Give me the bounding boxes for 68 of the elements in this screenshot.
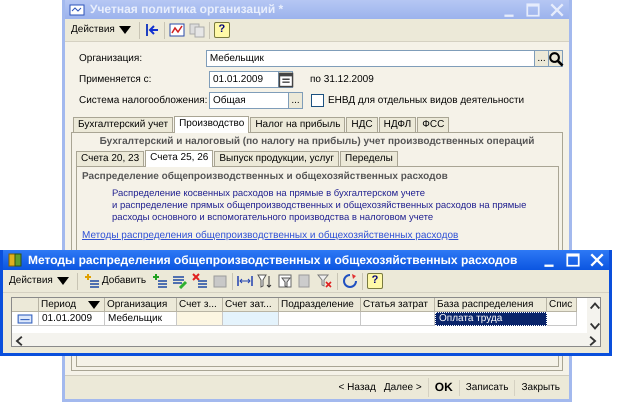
tax-system-field[interactable]: Общая [209,92,289,109]
column-header[interactable]: Подразделение [279,298,361,312]
actions-menu-button[interactable]: Действия [7,272,73,290]
field-label: Применяется с: [79,74,152,86]
tab[interactable]: Выпуск продукции, услуг [214,151,340,166]
copy-icon [188,22,205,38]
tab[interactable]: Налог на прибыль [250,117,346,132]
save-button[interactable]: Записать [458,380,514,396]
tab[interactable]: ФСС [417,117,450,132]
refresh-icon[interactable] [342,273,358,289]
column-header[interactable]: Спис [547,298,577,312]
ok-button[interactable]: OK [428,378,459,397]
vertical-scrollbar[interactable] [587,298,600,334]
delete-icon[interactable] [192,273,208,289]
checkbox-label: ЕНВД для отдельных видов деятельности [328,94,524,106]
arrow-left-icon[interactable] [144,22,160,38]
filter-icon[interactable] [277,273,294,289]
column-header[interactable]: База распределения [435,298,547,312]
checkbox[interactable] [311,94,324,107]
tab[interactable]: Производство [174,116,250,133]
filter-sort-icon[interactable] [257,273,274,289]
column-header[interactable]: Организация [105,298,177,312]
book-icon [7,252,23,268]
window-title: Методы распределения общепроизводственных и общехозяйственных расходов [28,252,518,268]
columns-icon[interactable] [237,273,254,289]
table-cell: 01.01.2009 [39,312,105,326]
field-label: Система налогообложения: [79,94,208,106]
add-button[interactable]: Добавить [82,272,148,290]
column-header[interactable]: Период [39,298,105,312]
field-label: Организация: [79,52,144,64]
edit-icon[interactable] [172,273,188,289]
actions-menu-button[interactable]: Действия [69,21,135,39]
table-cell[interactable]: Оплата труда [435,312,547,326]
filter-clear-icon[interactable] [317,273,334,289]
choose-button[interactable]: ... [535,50,549,67]
tab[interactable]: Переделы [340,151,398,166]
organization-field[interactable]: Мебельщик [206,50,535,67]
choose-button[interactable]: ... [289,92,303,109]
column-header[interactable]: Статья затрат [361,298,435,312]
add-icon [84,273,100,289]
tab[interactable]: Счета 20, 23 [76,151,144,166]
column-header[interactable]: Счет з... [177,298,223,312]
group-title: Бухгалтерский и налоговый (по налогу на прибыль) учет производственных операций [98,135,536,149]
tab[interactable]: НДФЛ [378,117,416,132]
tab[interactable]: Счета 25, 26 [145,150,214,167]
next-button[interactable]: Далее > [380,380,428,396]
section-title: Распределение общепроизводственных и общехозяйственных расходов [82,171,449,183]
help-button[interactable]: ? [214,22,230,38]
header-corner [12,298,39,312]
search-button[interactable] [549,50,563,67]
help-button[interactable]: ? [367,273,384,289]
description-text: Распределение косвенных расходов на прямые в бухгалтерском учете и распределение прямых общепроизводственных и общехозяйственных расходов на прямые расходы основного и вспомогательного производства в налоговом учете [112,188,528,224]
link[interactable]: Методы распределения общепроизводственных и общехозяйственных расходов [82,230,458,241]
tab[interactable]: НДС [346,117,378,132]
column-header[interactable]: Счет зат... [223,298,279,312]
window-icon [69,2,85,18]
close-button[interactable]: Закрыть [514,380,566,396]
calendar-icon [278,72,294,88]
calendar-button[interactable] [279,71,293,88]
tab[interactable]: Бухгалтерский учет [73,117,174,132]
copy-icon[interactable] [152,273,168,289]
back-button[interactable]: < Назад [334,380,380,396]
chart-icon[interactable] [168,22,185,38]
search-icon [548,50,564,66]
period-end-text: по 31.12.2009 [310,74,374,86]
horizontal-scrollbar[interactable] [12,333,600,346]
date-field[interactable]: 01.01.2009 [209,71,279,88]
window-title: Учетная политика организаций * [90,2,284,17]
